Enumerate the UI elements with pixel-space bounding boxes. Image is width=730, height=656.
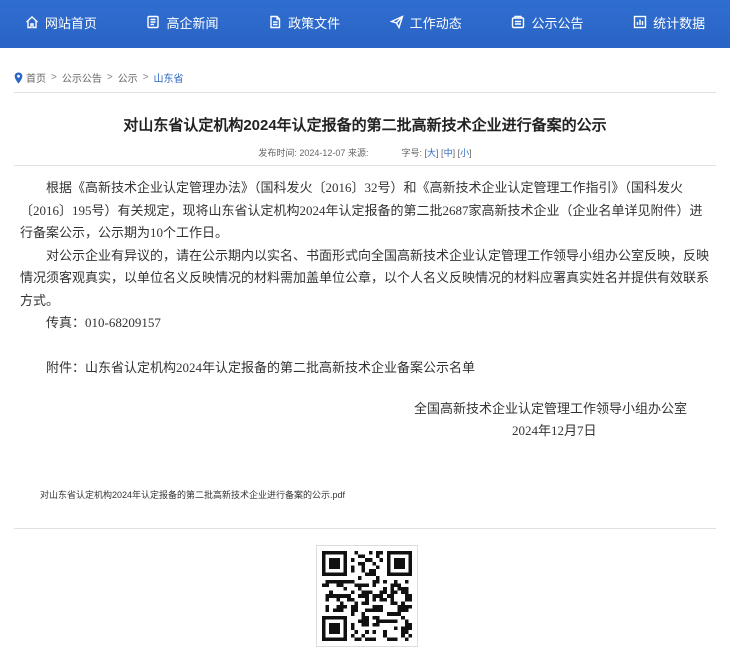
breadcrumb-separator: > (106, 72, 113, 83)
article-paragraph: 根据《高新技术企业认定管理办法》（国科发火〔2016〕32号）和《高新技术企业认… (20, 180, 703, 240)
article-paragraph: 对公示企业有异议的，请在公示期内以实名、书面形式向全国高新技术企业认定管理工作领… (20, 247, 710, 308)
nav-notice-label: 公示公告 (531, 15, 584, 31)
publish-date: 2024-12-07 (299, 148, 346, 158)
nav-work-label: 工作动态 (409, 15, 462, 31)
fontsize-medium[interactable]: 中 (444, 148, 453, 158)
breadcrumb-home[interactable]: 首页 (26, 70, 46, 85)
divider (14, 165, 716, 166)
fontsize-label: 字号: (401, 148, 423, 158)
signature-date: 2024年12月7日 (512, 423, 597, 438)
article-body: 根据《高新技术企业认定管理办法》（国科发火〔2016〕32号）和《高新技术企业认… (20, 177, 712, 443)
notice-icon (512, 15, 525, 29)
nav-policy[interactable]: 政策文件 (268, 13, 340, 32)
send-icon (389, 15, 404, 29)
nav-news[interactable]: 高企新闻 (146, 13, 218, 32)
nav-notice[interactable]: 公示公告 (511, 13, 583, 32)
home-icon (25, 16, 38, 29)
nav-policy-label: 政策文件 (288, 15, 341, 31)
location-pin-icon (14, 72, 23, 83)
breadcrumb: 首页 > 公示公告 > 公示 > 山东省 (14, 70, 184, 85)
qr-code-image (322, 551, 412, 641)
document-icon (270, 15, 281, 29)
nav-home-label: 网站首页 (44, 15, 97, 31)
attachment-line: 附件：山东省认定机构2024年认定报备的第二批高新技术企业备案公示名单 (46, 360, 476, 375)
article-meta: 发布时间: 2024-12-07 来源: 字号: [大] [中] [小] (258, 148, 472, 158)
breadcrumb-current[interactable]: 山东省 (154, 70, 184, 85)
news-icon (147, 15, 160, 29)
divider (14, 528, 716, 529)
publish-label: 发布时间: (258, 148, 297, 158)
nav-work[interactable]: 工作动态 (389, 13, 462, 32)
nav-home[interactable]: 网站首页 (25, 13, 97, 32)
chart-icon (633, 15, 647, 29)
nav-stats-label: 统计数据 (653, 15, 706, 31)
signature-org: 全国高新技术企业认定管理工作领导小组办公室 (413, 400, 687, 416)
divider (14, 92, 716, 93)
main-nav: 网站首页 高企新闻 政策文件 工作动态 公示公告 统计数据 (0, 0, 730, 44)
fax-line: 传真：010-68209157 (46, 315, 161, 330)
fontsize-small[interactable]: 小 (460, 148, 469, 158)
breadcrumb-separator: > (51, 72, 57, 83)
page-title: 对山东省认定机构2024年认定报备的第二批高新技术企业进行备案的公示 (123, 117, 607, 134)
breadcrumb-notice[interactable]: 公示公告 (62, 70, 102, 85)
breadcrumb-publicity[interactable]: 公示 (118, 70, 138, 85)
fontsize-large[interactable]: 大 (427, 148, 436, 158)
nav-stats[interactable]: 统计数据 (633, 13, 705, 32)
top-nav-bar: 网站首页 高企新闻 政策文件 工作动态 公示公告 统计数据 (0, 0, 730, 48)
nav-news-label: 高企新闻 (166, 15, 219, 31)
qr-code (316, 545, 418, 647)
breadcrumb-separator: > (142, 72, 149, 83)
source-label: 来源: (347, 148, 369, 158)
pdf-attachment-link[interactable]: 对山东省认定机构2024年认定报备的第二批高新技术企业进行备案的公示.pdf (40, 488, 345, 501)
